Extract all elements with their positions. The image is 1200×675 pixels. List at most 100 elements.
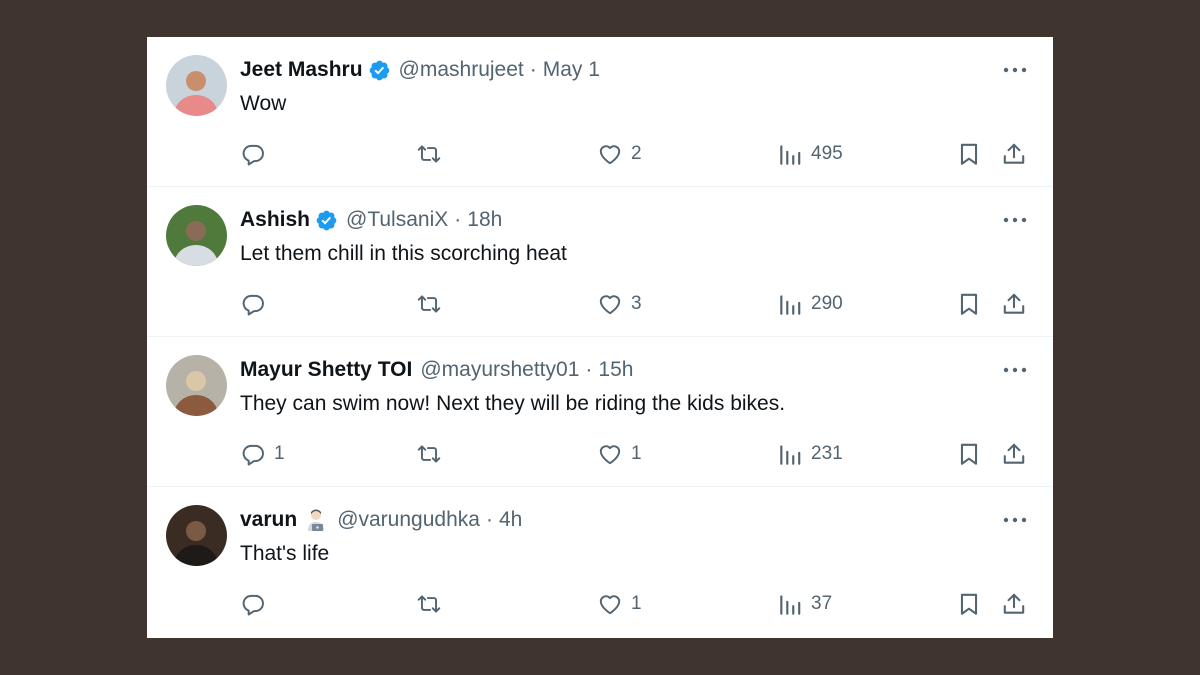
share-icon — [1001, 591, 1027, 617]
views-chart-icon — [777, 291, 803, 317]
views-button[interactable]: 495 — [777, 140, 843, 168]
reply-count: 1 — [274, 443, 285, 464]
reply-button[interactable] — [240, 290, 274, 318]
bookmark-icon — [956, 591, 982, 617]
reply-button[interactable] — [240, 140, 274, 168]
tweet[interactable]: Jeet Mashru @mashrujeet · May 1 Wow 2 49… — [147, 37, 1053, 187]
like-button[interactable]: 3 — [597, 290, 642, 318]
view-count: 290 — [811, 293, 843, 314]
timestamp[interactable]: 4h — [499, 507, 522, 533]
avatar[interactable] — [166, 55, 227, 116]
share-button[interactable] — [1001, 140, 1027, 168]
tweet-text: Wow — [240, 92, 287, 115]
timestamp[interactable]: May 1 — [543, 57, 600, 83]
view-count: 495 — [811, 143, 843, 164]
display-name[interactable]: Mayur Shetty TOI — [240, 357, 412, 383]
tweet-text: Let them chill in this scorching heat — [240, 242, 567, 265]
timestamp[interactable]: 18h — [467, 207, 502, 233]
tweet-text: They can swim now! Next they will be rid… — [240, 392, 786, 415]
reply-icon — [240, 291, 266, 317]
views-button[interactable]: 290 — [777, 290, 843, 318]
like-button[interactable]: 1 — [597, 440, 642, 468]
heart-icon — [597, 291, 623, 317]
views-chart-icon — [777, 441, 803, 467]
user-handle[interactable]: @mashrujeet — [399, 57, 524, 83]
bookmark-icon — [956, 441, 982, 467]
tweet-actions: 1 1 231 — [240, 440, 1040, 468]
bookmark-button[interactable] — [956, 440, 982, 468]
share-button[interactable] — [1001, 590, 1027, 618]
verified-badge-icon[interactable] — [368, 59, 391, 82]
avatar[interactable] — [166, 505, 227, 566]
display-name[interactable]: Ashish — [240, 207, 310, 233]
tweet-list: Jeet Mashru @mashrujeet · May 1 Wow 2 49… — [147, 37, 1053, 638]
views-chart-icon — [777, 141, 803, 167]
separator-dot: · — [585, 358, 593, 381]
tweet-actions: 2 495 — [240, 140, 1040, 168]
view-count: 37 — [811, 593, 833, 614]
tweet-header: varun @varungudhka · 4h — [240, 507, 993, 533]
bookmark-icon — [956, 291, 982, 317]
more-options-icon[interactable] — [1001, 359, 1029, 381]
retweet-icon — [416, 591, 442, 617]
retweet-button[interactable] — [416, 440, 450, 468]
technologist-emoji-icon — [303, 507, 329, 533]
views-button[interactable]: 37 — [777, 590, 832, 618]
separator-dot: · — [529, 58, 537, 81]
retweet-icon — [416, 291, 442, 317]
tweet-header: Jeet Mashru @mashrujeet · May 1 — [240, 57, 993, 83]
more-options-icon[interactable] — [1001, 59, 1029, 81]
more-options-icon[interactable] — [1001, 209, 1029, 231]
display-name[interactable]: Jeet Mashru — [240, 57, 363, 83]
retweet-button[interactable] — [416, 590, 450, 618]
retweet-icon — [416, 441, 442, 467]
heart-icon — [597, 141, 623, 167]
tweet[interactable]: varun @varungudhka · 4h That's life 1 37 — [147, 487, 1053, 637]
reply-icon — [240, 591, 266, 617]
share-button[interactable] — [1001, 290, 1027, 318]
share-icon — [1001, 141, 1027, 167]
like-button[interactable]: 2 — [597, 140, 642, 168]
bookmark-button[interactable] — [956, 140, 982, 168]
view-count: 231 — [811, 443, 843, 464]
tweet-text: That's life — [240, 542, 330, 565]
user-handle[interactable]: @TulsaniX — [346, 207, 448, 233]
share-icon — [1001, 291, 1027, 317]
reply-button[interactable]: 1 — [240, 440, 285, 468]
views-chart-icon — [777, 591, 803, 617]
verified-badge-icon[interactable] — [315, 209, 338, 232]
like-count: 1 — [631, 443, 642, 464]
tweet-actions: 3 290 — [240, 290, 1040, 318]
tweet-header: Mayur Shetty TOI @mayurshetty01 · 15h — [240, 357, 993, 383]
bookmark-button[interactable] — [956, 290, 982, 318]
avatar[interactable] — [166, 205, 227, 266]
like-count: 1 — [631, 593, 642, 614]
reply-icon — [240, 141, 266, 167]
tweet[interactable]: Mayur Shetty TOI @mayurshetty01 · 15h Th… — [147, 337, 1053, 487]
like-count: 3 — [631, 293, 642, 314]
like-button[interactable]: 1 — [597, 590, 642, 618]
heart-icon — [597, 591, 623, 617]
like-count: 2 — [631, 143, 642, 164]
reply-button[interactable] — [240, 590, 274, 618]
avatar[interactable] — [166, 355, 227, 416]
heart-icon — [597, 441, 623, 467]
user-handle[interactable]: @varungudhka — [337, 507, 480, 533]
timestamp[interactable]: 15h — [598, 357, 633, 383]
separator-dot: · — [454, 208, 462, 231]
views-button[interactable]: 231 — [777, 440, 843, 468]
retweet-button[interactable] — [416, 140, 450, 168]
tweet-actions: 1 37 — [240, 590, 1040, 618]
tweet-header: Ashish @TulsaniX · 18h — [240, 207, 993, 233]
retweet-button[interactable] — [416, 290, 450, 318]
retweet-icon — [416, 141, 442, 167]
share-button[interactable] — [1001, 440, 1027, 468]
bookmark-button[interactable] — [956, 590, 982, 618]
tweet[interactable]: Ashish @TulsaniX · 18h Let them chill in… — [147, 187, 1053, 337]
separator-dot: · — [485, 508, 493, 531]
share-icon — [1001, 441, 1027, 467]
display-name[interactable]: varun — [240, 507, 297, 533]
more-options-icon[interactable] — [1001, 509, 1029, 531]
bookmark-icon — [956, 141, 982, 167]
user-handle[interactable]: @mayurshetty01 — [420, 357, 579, 383]
